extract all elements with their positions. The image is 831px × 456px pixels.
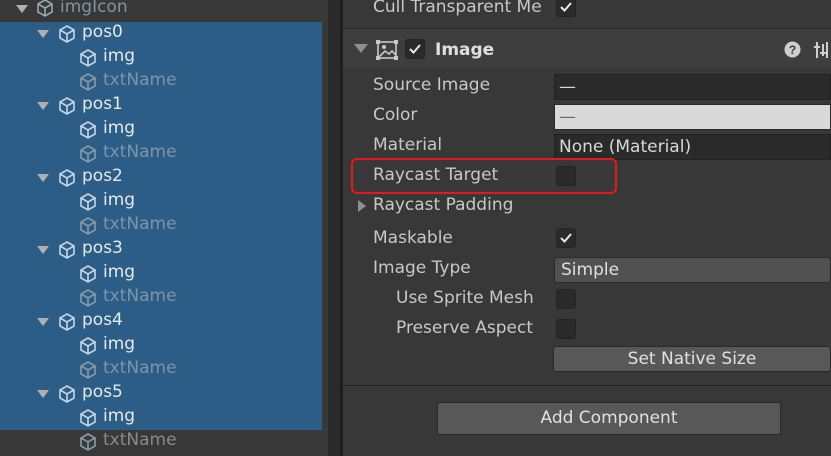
expand-arrow-icon[interactable]: [37, 102, 49, 110]
hierarchy-item-img[interactable]: img: [0, 190, 322, 214]
color-label: Color: [373, 105, 418, 125]
presets-icon[interactable]: [813, 40, 831, 60]
image-type-label: Image Type: [373, 258, 471, 278]
hierarchy-item-txtname[interactable]: txtName: [0, 214, 322, 238]
hierarchy-item-pos0[interactable]: pos0: [0, 22, 322, 46]
hierarchy-item-img[interactable]: img: [0, 46, 322, 70]
gameobject-cube-icon: [80, 433, 96, 451]
expand-arrow-icon[interactable]: [37, 390, 49, 398]
gameobject-cube-icon: [59, 385, 75, 403]
component-separator: [343, 385, 831, 386]
maskable-label: Maskable: [373, 228, 453, 248]
image-enabled-checkbox[interactable]: [405, 39, 425, 59]
hierarchy-item-root[interactable]: imgIcon: [0, 0, 322, 21]
hierarchy-item-label: txtName: [103, 430, 177, 450]
hierarchy-item-label: img: [103, 118, 136, 138]
gameobject-cube-icon: [59, 241, 75, 259]
help-icon[interactable]: ?: [784, 41, 801, 58]
gameobject-cube-icon: [37, 0, 53, 17]
hierarchy-item-img[interactable]: img: [0, 406, 322, 430]
color-field[interactable]: —: [554, 104, 831, 130]
hierarchy-item-label: img: [103, 262, 136, 282]
hierarchy-item-label: img: [103, 334, 136, 354]
preserve-aspect-checkbox[interactable]: [556, 319, 576, 339]
gameobject-cube-icon: [80, 121, 96, 139]
hierarchy-item-pos5[interactable]: pos5: [0, 382, 322, 406]
hierarchy-item-label: pos5: [82, 382, 123, 402]
gameobject-cube-icon: [80, 265, 96, 283]
hierarchy-item-label: pos4: [82, 310, 123, 330]
hierarchy-item-label: imgIcon: [60, 0, 128, 17]
hierarchy-item-label: pos3: [82, 238, 123, 258]
gameobject-cube-icon: [80, 361, 96, 379]
checkmark-icon: [560, 2, 572, 12]
source-image-label: Source Image: [373, 75, 491, 95]
hierarchy-item-img[interactable]: img: [0, 262, 322, 286]
raycast-target-highlight: [351, 158, 617, 194]
raycast-padding-foldout[interactable]: Raycast Padding: [373, 195, 513, 215]
foldout-arrow-icon[interactable]: [354, 44, 368, 53]
hierarchy-item-txtname[interactable]: txtName: [0, 430, 322, 454]
hierarchy-item-pos1[interactable]: pos1: [0, 94, 322, 118]
hierarchy-item-label: txtName: [103, 70, 177, 90]
checkmark-icon: [560, 233, 572, 243]
hierarchy-item-label: txtName: [103, 286, 177, 306]
image-type-dropdown[interactable]: Simple: [554, 257, 831, 283]
hierarchy-item-label: txtName: [103, 142, 177, 162]
gameobject-cube-icon: [80, 145, 96, 163]
hierarchy-item-label: img: [103, 406, 136, 426]
hierarchy-item-pos3[interactable]: pos3: [0, 238, 322, 262]
cull-transparent-label: Cull Transparent Me: [373, 0, 542, 17]
expand-arrow-icon[interactable]: [16, 5, 28, 13]
hierarchy-item-label: pos1: [82, 94, 123, 114]
gameobject-cube-icon: [80, 337, 96, 355]
set-native-size-button[interactable]: Set Native Size: [553, 346, 831, 372]
component-title: Image: [435, 40, 495, 60]
hierarchy-item-txtname[interactable]: txtName: [0, 286, 322, 310]
hierarchy-item-pos2[interactable]: pos2: [0, 166, 322, 190]
svg-text:?: ?: [789, 43, 796, 57]
material-field[interactable]: None (Material): [554, 134, 831, 160]
hierarchy-item-txtname[interactable]: txtName: [0, 142, 322, 166]
expand-arrow-icon[interactable]: [37, 246, 49, 254]
hierarchy-item-label: txtName: [103, 214, 177, 234]
gameobject-cube-icon: [59, 97, 75, 115]
preserve-aspect-label: Preserve Aspect: [396, 318, 534, 338]
gameobject-cube-icon: [59, 313, 75, 331]
add-component-button[interactable]: Add Component: [437, 402, 781, 435]
hierarchy-item-img[interactable]: img: [0, 334, 322, 358]
hierarchy-item-label: txtName: [103, 358, 177, 378]
gameobject-cube-icon: [80, 49, 96, 67]
cull-transparent-checkbox[interactable]: [556, 0, 576, 17]
use-sprite-mesh-label: Use Sprite Mesh: [396, 288, 534, 308]
foldout-arrow-icon[interactable]: [358, 200, 366, 212]
hierarchy-item-pos4[interactable]: pos4: [0, 310, 322, 334]
gameobject-cube-icon: [59, 25, 75, 43]
expand-arrow-icon[interactable]: [37, 174, 49, 182]
material-label: Material: [373, 135, 443, 155]
hierarchy-item-txtname[interactable]: txtName: [0, 358, 322, 382]
gameobject-cube-icon: [80, 289, 96, 307]
hierarchy-item-img[interactable]: img: [0, 118, 322, 142]
checkmark-icon: [409, 44, 421, 54]
expand-arrow-icon[interactable]: [37, 318, 49, 326]
source-image-field[interactable]: —: [554, 74, 831, 100]
hierarchy-panel: imgIcon pos0 img txtName pos1 img txtName pos2…: [0, 0, 328, 456]
gameobject-cube-icon: [80, 193, 96, 211]
image-component-icon: [376, 40, 398, 60]
use-sprite-mesh-checkbox[interactable]: [556, 289, 576, 309]
gameobject-cube-icon: [80, 217, 96, 235]
gameobject-cube-icon: [80, 409, 96, 427]
expand-arrow-icon[interactable]: [37, 30, 49, 38]
hierarchy-item-label: img: [103, 46, 136, 66]
gameobject-cube-icon: [59, 169, 75, 187]
hierarchy-item-txtname[interactable]: txtName: [0, 70, 322, 94]
maskable-checkbox[interactable]: [556, 228, 576, 248]
hierarchy-item-label: pos2: [82, 166, 123, 186]
hierarchy-item-label: img: [103, 190, 136, 210]
hierarchy-item-label: pos0: [82, 22, 123, 42]
gameobject-cube-icon: [80, 73, 96, 91]
